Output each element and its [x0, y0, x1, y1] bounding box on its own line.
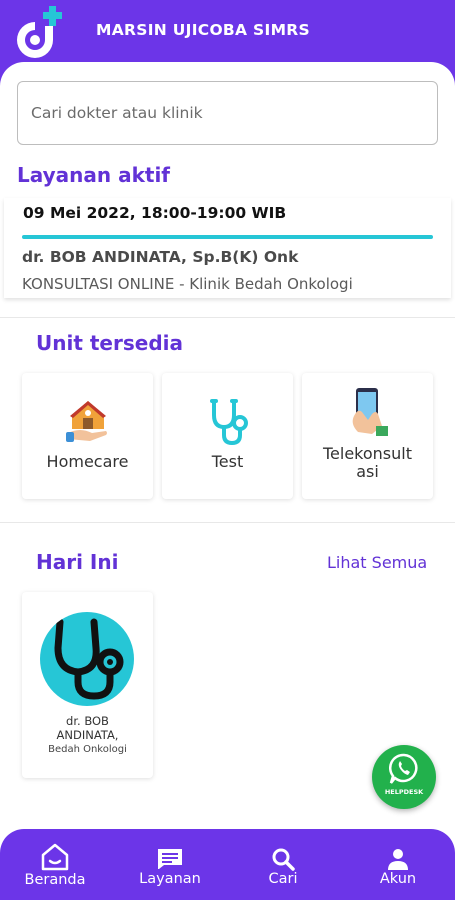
active-services-title: Layanan aktif	[17, 163, 171, 187]
helpdesk-label: HELPDESK	[384, 788, 424, 796]
unit-label: Test	[211, 452, 244, 471]
section-divider	[0, 522, 455, 523]
app-header: MARSIN UJICOBA SIMRS	[0, 0, 455, 70]
stethoscope-icon	[209, 399, 248, 446]
nav-item-akun[interactable]: Akun	[368, 829, 428, 900]
bottom-navigation: Beranda Layanan Cari Akun	[0, 829, 455, 900]
whatsapp-icon	[389, 753, 418, 784]
active-service-doctor: dr. BOB ANDINATA, Sp.B(K) Onk	[22, 248, 299, 266]
unit-label: Homecare	[46, 452, 129, 471]
nav-label: Beranda	[24, 872, 86, 888]
house-hand-icon	[65, 401, 107, 442]
nav-label: Akun	[379, 871, 417, 887]
doctor-name: dr. BOB ANDINATA,	[56, 714, 119, 742]
home-icon	[41, 843, 69, 871]
active-service-progress-bar	[22, 235, 433, 239]
nav-label: Layanan	[139, 871, 201, 887]
stethoscope-icon	[54, 618, 124, 700]
nav-item-layanan[interactable]: Layanan	[132, 829, 208, 900]
today-title: Hari Ini	[36, 550, 119, 574]
section-divider	[0, 317, 455, 318]
active-service-card[interactable]: 09 Mei 2022, 18:00-19:00 WIB dr. BOB AND…	[4, 198, 451, 298]
message-list-icon	[158, 849, 182, 869]
doctor-card[interactable]: dr. BOB ANDINATA, Bedah Onkologi	[22, 592, 153, 778]
phone-hand-icon	[352, 388, 388, 436]
units-title: Unit tersedia	[36, 331, 183, 355]
unit-card-homecare[interactable]: Homecare	[22, 373, 153, 499]
active-service-datetime: 09 Mei 2022, 18:00-19:00 WIB	[23, 204, 287, 222]
app-logo-icon	[17, 6, 62, 58]
see-all-link[interactable]: Lihat Semua	[327, 553, 427, 572]
search-icon	[272, 848, 295, 871]
main-content: Layanan aktif 09 Mei 2022, 18:00-19:00 W…	[0, 62, 455, 900]
helpdesk-button[interactable]: HELPDESK	[372, 745, 436, 809]
active-service-description: KONSULTASI ONLINE - Klinik Bedah Onkolog…	[22, 275, 353, 293]
nav-item-cari[interactable]: Cari	[253, 829, 313, 900]
nav-item-beranda[interactable]: Beranda	[17, 829, 93, 900]
unit-label: Telekonsult asi	[322, 444, 412, 481]
unit-card-telekonsultasi[interactable]: Telekonsult asi	[302, 373, 433, 499]
search-input[interactable]	[17, 81, 438, 145]
doctor-specialty: Bedah Onkologi	[48, 744, 127, 755]
app-title: MARSIN UJICOBA SIMRS	[96, 21, 310, 39]
doctor-avatar	[40, 612, 134, 706]
nav-label: Cari	[268, 871, 298, 887]
user-icon	[388, 849, 408, 870]
unit-card-test[interactable]: Test	[162, 373, 293, 499]
